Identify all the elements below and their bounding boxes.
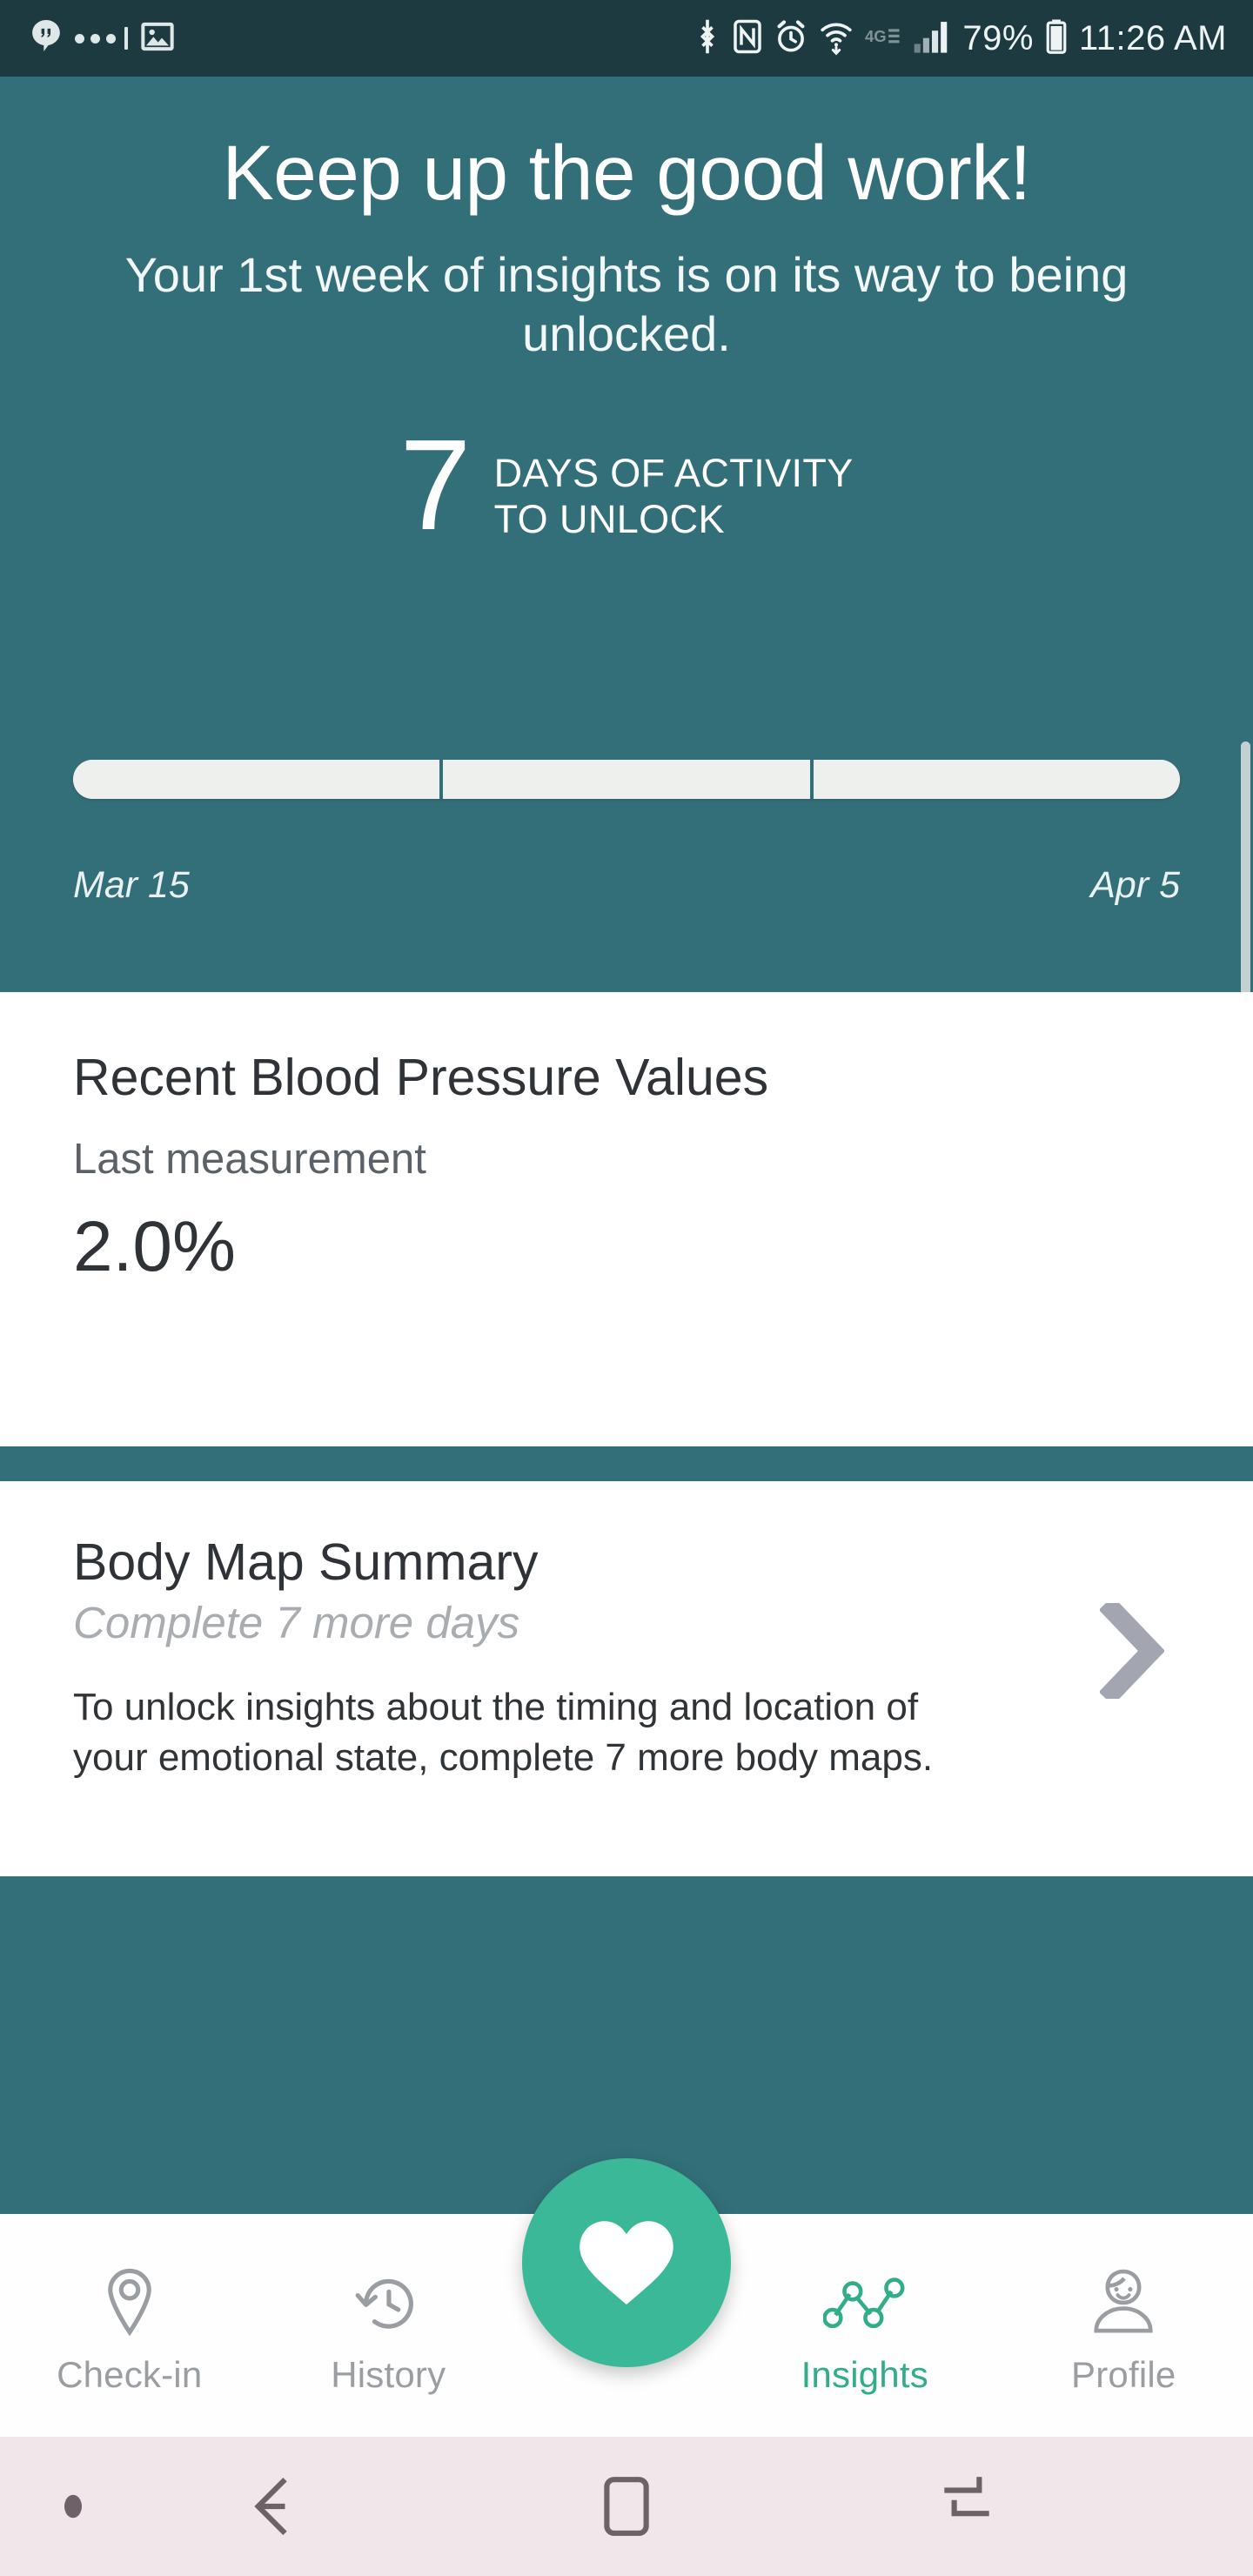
signal-icon [913,18,951,59]
back-icon[interactable] [242,2474,296,2539]
tab-check-in[interactable]: Check-in [0,2214,259,2437]
unlock-caption-line-1: DAYS OF ACTIVITY [493,450,854,495]
person-avatar-icon [1089,2263,1158,2343]
line-chart-dots-icon [822,2263,907,2343]
battery-percent-label: 79% [962,18,1034,57]
progress-segment-1 [73,760,440,799]
home-icon[interactable] [600,2474,653,2539]
progress-start-date: Mar 15 [73,864,190,906]
wifi-icon [819,17,854,60]
lte-icon: 4G [865,25,901,52]
app-screen: 4G 79% 11:26 AM Keep up the good work! Y… [0,0,1253,2576]
body-map-description: To unlock insights about the timing and … [73,1685,934,1780]
svg-text:4G: 4G [865,27,887,45]
unlock-progress-summary: 7 DAYS OF ACTIVITY TO UNLOCK [0,420,1253,549]
hero-subtitle: Your 1st week of insights is on its way … [124,247,1129,362]
body-map-summary-card[interactable]: Body Map Summary Complete 7 more days To… [0,1481,1253,1876]
unlock-caption: DAYS OF ACTIVITY TO UNLOCK [494,438,854,542]
insights-hero-banner: Keep up the good work! Your 1st week of … [0,77,1253,992]
clock-rewind-icon [353,2263,423,2343]
status-bar-left-icons [0,18,175,59]
heart-icon [572,2210,681,2316]
more-dots-icon [75,27,128,50]
unlock-days-number: 7 [399,413,472,557]
body-map-subtitle: Complete 7 more days [73,1597,520,1647]
check-in-fab-button[interactable] [522,2158,731,2367]
tab-profile[interactable]: Profile [995,2214,1253,2437]
battery-icon [1045,17,1068,60]
keyboard-dot-icon[interactable] [63,2492,84,2521]
progress-segment-3 [809,760,1180,799]
android-navigation-bar [0,2437,1253,2576]
body-map-text-block: Body Map Summary Complete 7 more days To… [73,1533,1084,1784]
map-pin-icon [98,2263,161,2343]
progress-date-range: Mar 15 Apr 5 [73,864,1180,907]
tab-history[interactable]: History [259,2214,519,2437]
chevron-right-icon[interactable] [1084,1535,1180,1699]
hangouts-icon [30,18,63,59]
blood-pressure-card[interactable]: Recent Blood Pressure Values Last measur… [0,992,1253,1446]
progress-segment-2 [439,760,810,799]
weekly-progress-bar [73,760,1180,799]
status-bar-clock: 11:26 AM [1078,18,1227,57]
blood-pressure-title: Recent Blood Pressure Values [73,1049,769,1106]
bluetooth-icon [694,17,720,60]
progress-bar-wrapper [73,760,1180,799]
tab-insights-label: Insights [801,2354,928,2395]
blood-pressure-subtitle: Last measurement [73,1135,426,1183]
status-bar: 4G 79% 11:26 AM [0,0,1253,77]
tab-profile-label: Profile [1071,2354,1176,2395]
gallery-icon [140,19,175,58]
alarm-icon [774,18,807,59]
tab-check-in-label: Check-in [57,2354,203,2395]
tab-history-label: History [331,2354,446,2395]
recents-icon[interactable] [940,2474,994,2539]
nfc-icon [732,18,763,59]
body-map-title: Body Map Summary [73,1533,539,1591]
hero-title: Keep up the good work! [222,129,1031,216]
unlock-caption-line-2: TO UNLOCK [493,496,725,541]
progress-end-date: Apr 5 [1090,864,1180,906]
status-bar-right-icons: 4G 79% 11:26 AM [694,17,1253,60]
blood-pressure-value: 2.0% [73,1206,236,1286]
tab-insights[interactable]: Insights [735,2214,995,2437]
card-divider [0,1446,1253,1481]
